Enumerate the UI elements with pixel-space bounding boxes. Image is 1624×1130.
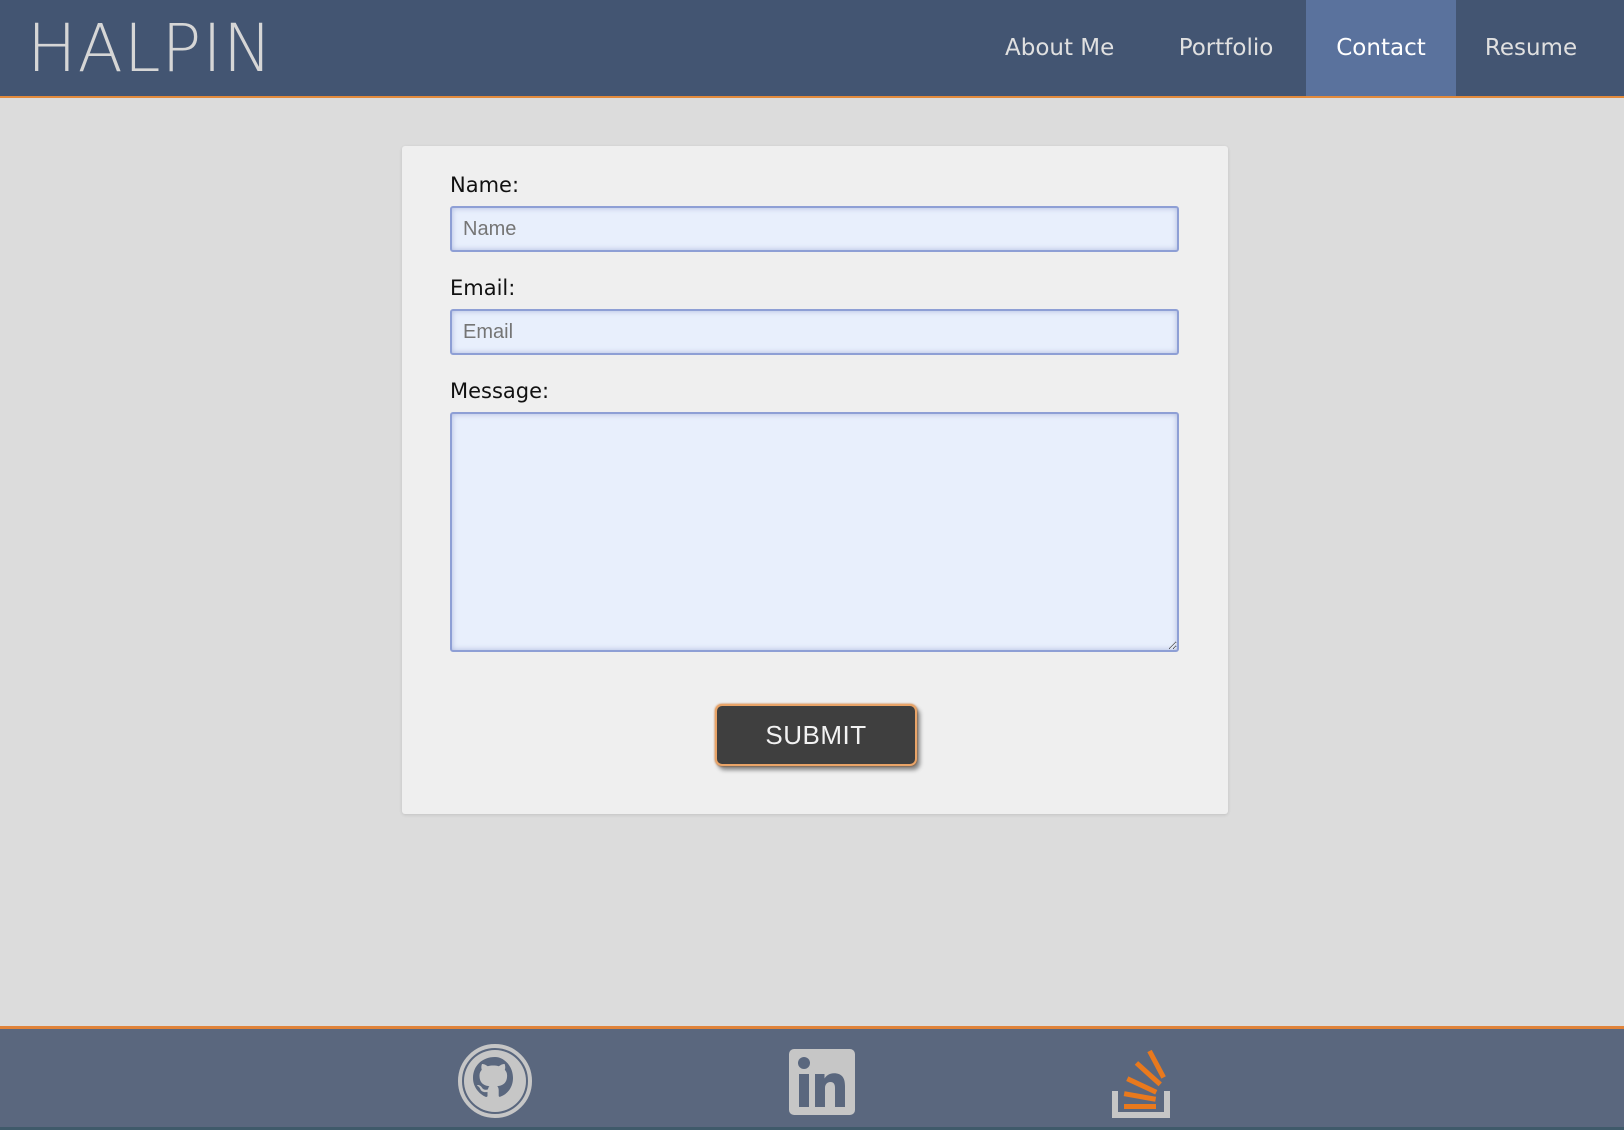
nav-resume[interactable]: Resume xyxy=(1456,0,1606,96)
message-textarea[interactable] xyxy=(450,412,1179,652)
site-header: HALPIN About Me Portfolio Contact Resume xyxy=(0,0,1624,98)
nav-about-me[interactable]: About Me xyxy=(972,0,1146,96)
nav-contact[interactable]: Contact xyxy=(1306,0,1456,96)
name-input[interactable] xyxy=(450,206,1179,252)
linkedin-icon[interactable] xyxy=(782,1041,862,1121)
email-input[interactable] xyxy=(450,309,1179,355)
github-icon[interactable] xyxy=(455,1041,535,1121)
contact-form-card: Name: Email: Message: SUBMIT xyxy=(402,146,1228,814)
submit-button[interactable]: SUBMIT xyxy=(715,704,917,766)
main-nav: About Me Portfolio Contact Resume xyxy=(1005,0,1606,96)
message-label: Message: xyxy=(450,379,550,403)
nav-portfolio[interactable]: Portfolio xyxy=(1146,0,1306,96)
email-label: Email: xyxy=(450,276,516,300)
name-label: Name: xyxy=(450,173,520,197)
site-footer xyxy=(0,1026,1624,1130)
site-logo[interactable]: HALPIN xyxy=(27,10,273,88)
stackoverflow-icon[interactable] xyxy=(1102,1041,1182,1121)
